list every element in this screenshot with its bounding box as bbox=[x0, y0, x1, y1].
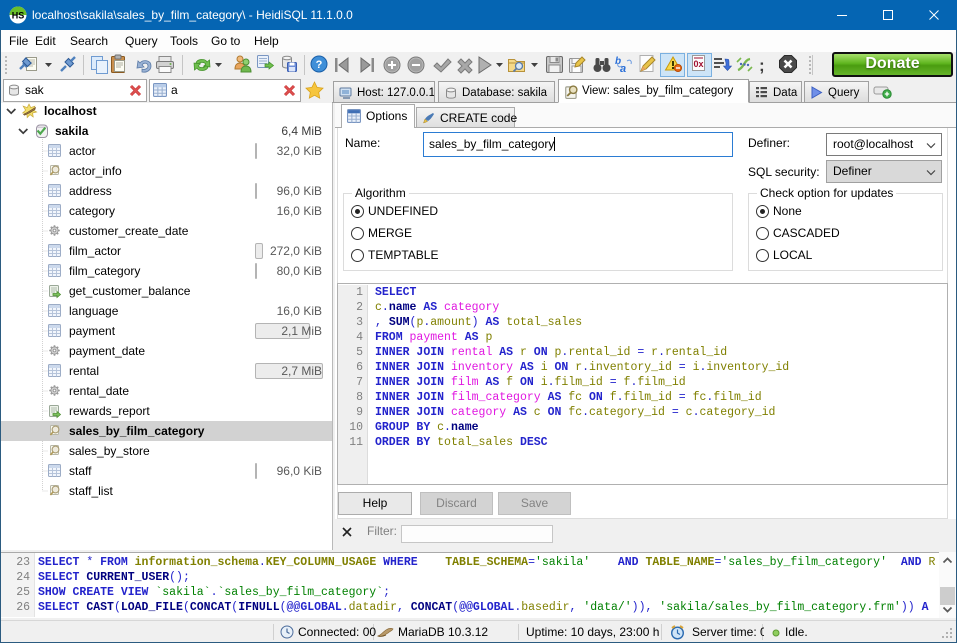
svg-text:HS: HS bbox=[12, 11, 25, 21]
